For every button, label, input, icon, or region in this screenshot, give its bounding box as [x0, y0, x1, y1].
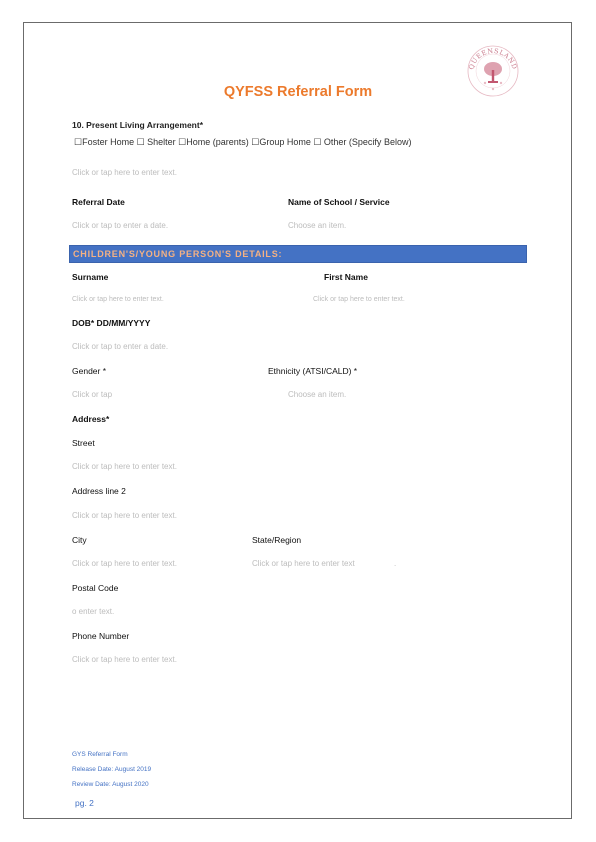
street-input[interactable]: Click or tap here to enter text. — [72, 462, 177, 471]
city-label: City — [72, 535, 87, 545]
footer-review-date: Review Date: August 2020 — [72, 781, 149, 788]
form-title: QYFSS Referral Form — [223, 84, 373, 100]
dob-label: DOB* DD/MM/YYYY — [72, 318, 151, 328]
school-select[interactable]: Choose an item. — [288, 221, 346, 230]
footer-form-name: GYS Referral Form — [72, 751, 128, 758]
footer-release-date: Release Date: August 2019 — [72, 766, 152, 773]
section-title: CHILDREN'S/YOUNG PERSON'S DETAILS: — [73, 249, 283, 259]
postal-code-label: Postal Code — [72, 583, 119, 593]
state-input-suffix: . — [394, 559, 397, 568]
state-label: State/Region — [252, 535, 302, 545]
city-input[interactable]: Click or tap here to enter text. — [72, 559, 177, 568]
ethnicity-label: Ethnicity (ATSI/CALD) * — [268, 366, 358, 376]
living-arrangement-input[interactable]: Click or tap here to enter text. — [72, 168, 177, 177]
question-label: 10. Present Living Arrangement* — [72, 120, 204, 130]
gender-label: Gender * — [72, 366, 107, 376]
surname-label: Surname — [72, 272, 109, 282]
gender-input[interactable]: Click or tap — [72, 390, 112, 399]
referral-date-input[interactable]: Click or tap to enter a date. — [72, 221, 168, 230]
living-arrangement-options[interactable]: ☐Foster Home ☐ Shelter ☐Home (parents) ☐… — [74, 137, 411, 148]
referral-date-label: Referral Date — [72, 197, 125, 207]
firstname-input[interactable]: Click or tap here to enter text. — [313, 296, 405, 303]
street-label: Street — [72, 438, 95, 448]
dob-input[interactable]: Click or tap to enter a date. — [72, 342, 168, 351]
state-input[interactable]: Click or tap here to enter text — [252, 559, 355, 568]
school-label: Name of School / Service — [288, 197, 390, 207]
address-label: Address* — [72, 414, 110, 424]
section-header: CHILDREN'S/YOUNG PERSON'S DETAILS: — [69, 245, 527, 263]
phone-label: Phone Number — [72, 631, 130, 641]
address-line2-input[interactable]: Click or tap here to enter text. — [72, 511, 177, 520]
postal-code-input[interactable]: o enter text. — [72, 607, 114, 616]
ethnicity-select[interactable]: Choose an item. — [288, 390, 346, 399]
firstname-label: First Name — [324, 272, 368, 282]
address-line2-label: Address line 2 — [72, 486, 126, 496]
surname-input[interactable]: Click or tap here to enter text. — [72, 296, 164, 303]
phone-input[interactable]: Click or tap here to enter text. — [72, 655, 177, 664]
page-number: pg. 2 — [75, 798, 94, 808]
